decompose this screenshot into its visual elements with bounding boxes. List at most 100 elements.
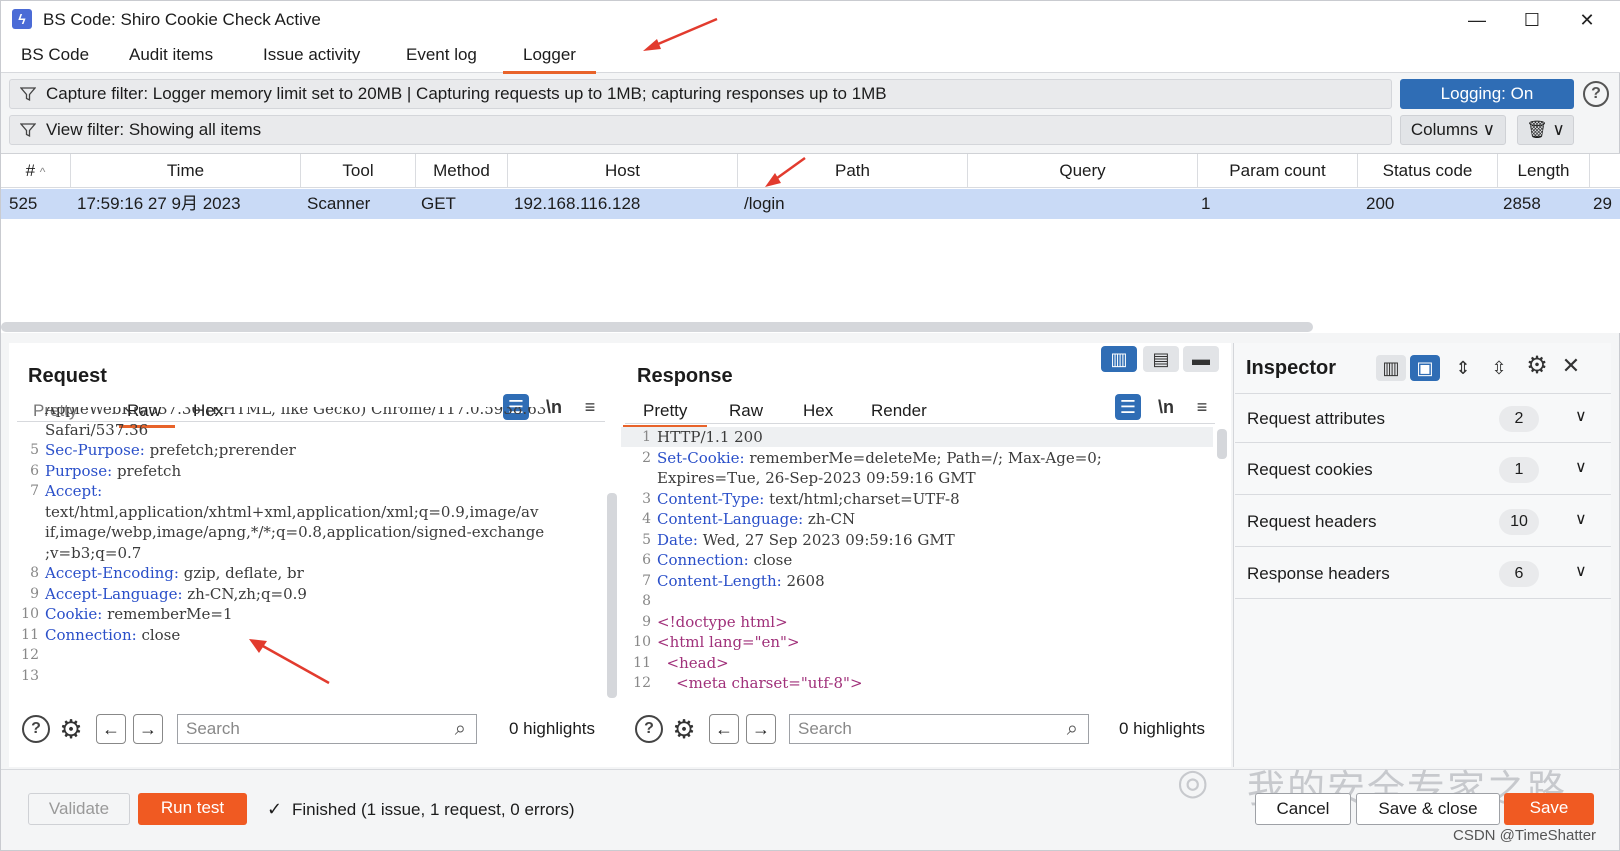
code-line: Accept-Encoding: gzip, deflate, br — [45, 563, 304, 584]
col-tool[interactable]: Tool — [301, 154, 416, 188]
burp-bolt-icon: ϟ — [12, 9, 32, 29]
response-editor[interactable]: 1 HTTP/1.1 200 2 Set-Cookie: rememberMe=del… — [621, 427, 1213, 695]
col-status-code[interactable]: Status code — [1358, 154, 1498, 188]
request-search-input[interactable]: Search ⌕ — [177, 714, 477, 744]
header-name: Content-Length: — [657, 571, 782, 590]
layout-stacked-icon[interactable]: ▤ — [1143, 346, 1179, 372]
wrap-lines-icon[interactable]: ☰ — [1115, 394, 1141, 420]
header-name: Connection: — [45, 625, 137, 644]
line-number: 11 — [21, 626, 39, 643]
col-length[interactable]: Length — [1498, 154, 1590, 188]
tab-event-log[interactable]: Event log — [406, 45, 477, 65]
close-icon[interactable]: ✕ — [1558, 353, 1584, 379]
table-horizontal-scrollbar[interactable] — [1, 322, 1313, 332]
layout-side-by-side-icon[interactable]: ▥ — [1101, 346, 1137, 372]
help-icon[interactable]: ? — [1583, 81, 1609, 107]
gear-icon[interactable]: ⚙ — [1524, 353, 1550, 379]
run-test-button[interactable]: Run test — [138, 793, 247, 825]
request-highlights-count: 0 highlights — [509, 719, 596, 738]
header-value: text/html;charset=UTF-8 — [764, 489, 960, 508]
cell-time: 17:59:16 27 9月 2023 — [77, 194, 241, 213]
code-line: <meta charset="utf-8"> — [657, 673, 862, 694]
code-line: <title> — [657, 694, 732, 696]
response-search-input[interactable]: Search ⌕ — [789, 714, 1089, 744]
forward-arrow-icon[interactable]: → — [133, 714, 163, 744]
code-line: Content-Language: zh-CN — [657, 509, 855, 530]
header-value: prefetch — [112, 461, 182, 480]
response-tab-raw[interactable]: Raw — [729, 401, 763, 421]
request-scrollbar[interactable] — [607, 493, 617, 698]
cancel-button[interactable]: Cancel — [1255, 793, 1351, 825]
col-method[interactable]: Method — [416, 154, 508, 188]
minimize-icon[interactable]: — — [1457, 7, 1497, 33]
header-name: Date: — [657, 530, 698, 549]
maximize-icon[interactable]: ☐ — [1512, 7, 1552, 33]
line-number: 9 — [642, 613, 651, 630]
col-time[interactable]: Time — [71, 154, 301, 188]
table-row[interactable]: 525 17:59:16 27 9月 2023 Scanner GET 192.… — [1, 189, 1620, 219]
header-value: HTTP/1.1 200 — [657, 428, 763, 446]
forward-arrow-icon[interactable]: → — [746, 714, 776, 744]
window-title: BS Code: Shiro Cookie Check Active — [43, 10, 321, 29]
capture-filter-bar[interactable]: Capture filter: Logger memory limit set … — [9, 79, 1392, 109]
header-value: zh-CN,zh;q=0.9 — [182, 584, 307, 603]
response-scrollbar[interactable] — [1217, 429, 1227, 459]
header-name: Cookie: — [45, 605, 103, 623]
col-param-count[interactable]: Param count — [1198, 154, 1358, 188]
col-query[interactable]: Query — [968, 154, 1198, 188]
header-value: <!doctype html> — [657, 612, 788, 631]
tab-issue-activity[interactable]: Issue activity — [263, 45, 360, 65]
header-value: close — [136, 625, 181, 644]
inspector-section-request-headers[interactable]: Request headers 10 ∨ — [1235, 497, 1611, 547]
validate-button[interactable]: Validate — [28, 793, 130, 825]
clear-log-button[interactable]: 🗑 ∨ — [1517, 115, 1574, 145]
section-count-badge: 1 — [1499, 457, 1539, 483]
response-tab-render[interactable]: Render — [871, 401, 927, 421]
tab-bs-code[interactable]: BS Code — [21, 45, 89, 65]
close-icon[interactable]: ✕ — [1567, 7, 1607, 33]
cell-path: /login — [744, 194, 785, 213]
response-tab-hex[interactable]: Hex — [803, 401, 833, 421]
tab-logger[interactable]: Logger — [503, 45, 596, 74]
save-button[interactable]: Save — [1504, 793, 1594, 825]
line-number: 13 — [627, 694, 651, 696]
inspector-section-request-cookies[interactable]: Request cookies 1 ∨ — [1235, 445, 1611, 495]
help-icon[interactable]: ? — [22, 715, 50, 743]
gear-icon[interactable]: ⚙ — [671, 716, 697, 742]
code-line: Cookie: rememberMe=1 — [45, 604, 233, 625]
status-text: Finished (1 issue, 1 request, 0 errors) — [292, 800, 575, 819]
newline-toggle-icon[interactable]: \n — [1153, 394, 1179, 420]
columns-button[interactable]: Columns ∨ — [1400, 115, 1506, 145]
section-label: Request headers — [1247, 512, 1377, 531]
sort-ascending-icon: ^ — [39, 165, 46, 179]
inspector-section-response-headers[interactable]: Response headers 6 ∨ — [1235, 549, 1611, 599]
line-number: 7 — [642, 572, 651, 589]
help-icon[interactable]: ? — [635, 715, 663, 743]
back-arrow-icon[interactable]: ← — [96, 714, 126, 744]
chevron-down-icon: ∨ — [1575, 563, 1587, 580]
section-count-badge: 10 — [1499, 509, 1539, 535]
tab-audit-items[interactable]: Audit items — [129, 45, 213, 65]
header-value: <html lang="en"> — [657, 633, 800, 651]
cell-param-count: 1 — [1201, 194, 1211, 213]
line-number: 6 — [642, 552, 651, 568]
inspector-layout-active-icon[interactable]: ▣ — [1410, 355, 1440, 381]
col-number[interactable]: # ^ — [1, 154, 71, 188]
line-number: 12 — [633, 675, 651, 691]
header-value: prefetch;prerender — [144, 441, 296, 459]
title-bar: ϟ BS Code: Shiro Cookie Check Active — ☐… — [1, 1, 1620, 37]
back-arrow-icon[interactable]: ← — [709, 714, 739, 744]
save-close-button[interactable]: Save & close — [1356, 793, 1500, 825]
inspector-section-request-attributes[interactable]: Request attributes 2 ∨ — [1235, 393, 1611, 443]
view-filter-bar[interactable]: View filter: Showing all items — [9, 115, 1392, 145]
header-value: 2608 — [781, 571, 825, 590]
line-number: 3 — [642, 490, 651, 507]
logging-toggle-button[interactable]: Logging: On — [1400, 79, 1574, 109]
menu-icon[interactable]: ≡ — [1189, 394, 1215, 420]
layout-single-icon[interactable]: ▬ — [1183, 346, 1219, 372]
collapse-all-icon[interactable]: ⇳ — [1486, 355, 1512, 381]
col-host[interactable]: Host — [508, 154, 738, 188]
expand-all-icon[interactable]: ⇕ — [1450, 355, 1476, 381]
inspector-layout-icon[interactable]: ▥ — [1376, 355, 1406, 381]
gear-icon[interactable]: ⚙ — [58, 716, 84, 742]
